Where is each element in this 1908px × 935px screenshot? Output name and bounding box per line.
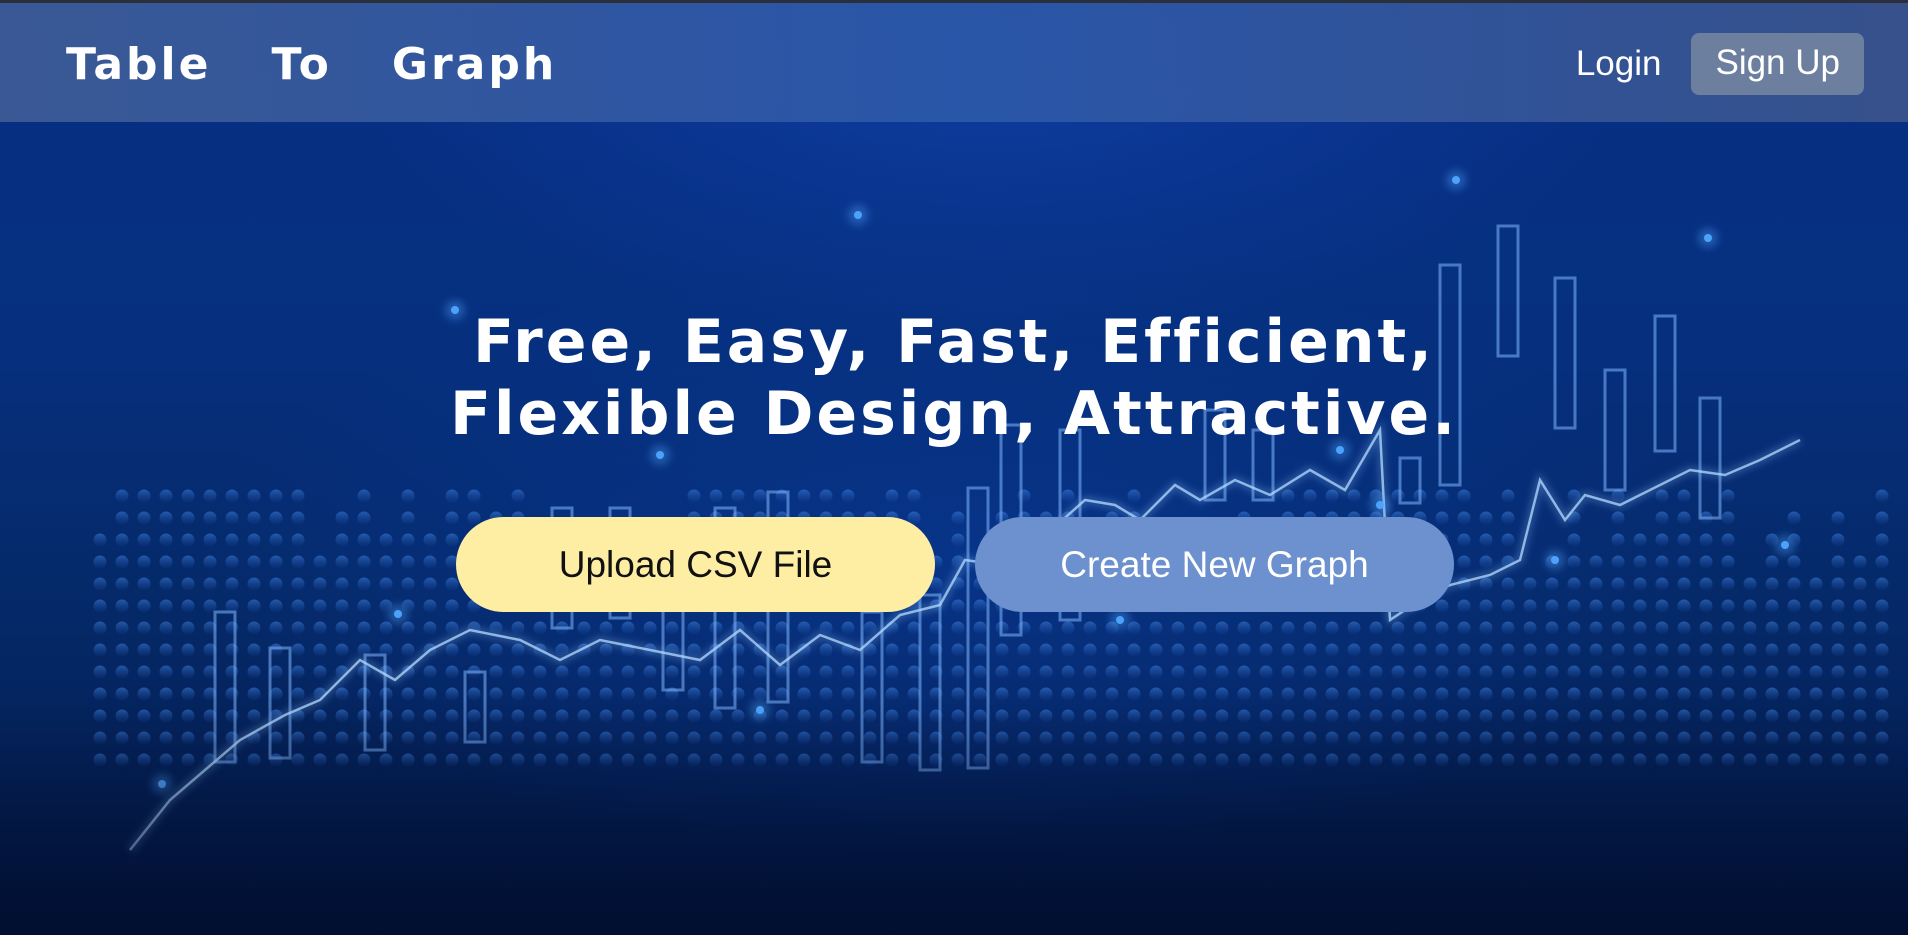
create-new-graph-button[interactable]: Create New Graph: [975, 517, 1454, 612]
upload-csv-button[interactable]: Upload CSV File: [456, 517, 935, 612]
background-stock-chart-illustration: [0, 170, 1908, 935]
brand-word-graph: Graph: [391, 39, 558, 90]
nav-actions: Login Sign Up: [1576, 33, 1864, 95]
hero-title-line-1: Free, Easy, Fast, Efficient,: [473, 307, 1435, 377]
background-bottom-vignette: [0, 700, 1908, 935]
landing-page: Table To Graph Login Sign Up Free, Easy,…: [0, 0, 1908, 935]
hero-title-line-2: Flexible Design, Attractive.: [449, 379, 1459, 449]
navbar: Table To Graph Login Sign Up: [0, 3, 1908, 122]
signup-button[interactable]: Sign Up: [1691, 33, 1864, 95]
login-link[interactable]: Login: [1576, 44, 1662, 84]
brand-word-to: To: [271, 39, 332, 90]
hero-title: Free, Easy, Fast, Efficient, Flexible De…: [0, 306, 1908, 450]
brand-word-table: Table: [66, 39, 212, 90]
brand-logo[interactable]: Table To Graph: [66, 39, 557, 90]
